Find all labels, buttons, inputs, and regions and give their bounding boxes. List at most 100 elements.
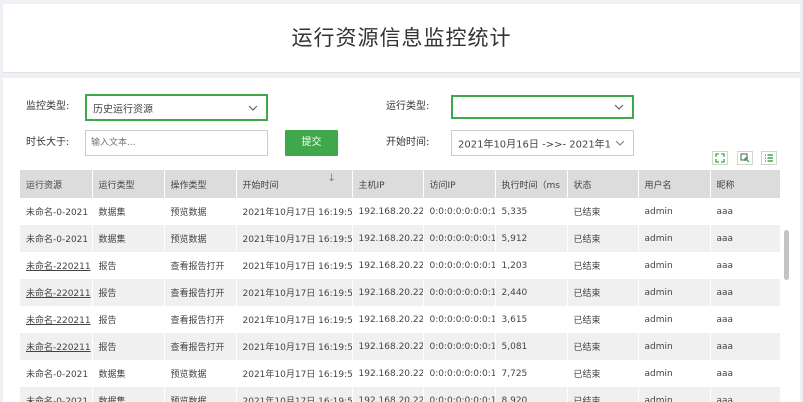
resource-link[interactable]: 未命名-220211	[26, 289, 91, 299]
table-cell: admin	[638, 252, 711, 279]
column-header[interactable]: 主机IP	[352, 170, 424, 198]
table-cell: 已结束	[567, 360, 639, 387]
table-cell: 0:0:0:0:0:0:0:1	[423, 333, 496, 360]
table-cell[interactable]: 未命名-220211	[20, 306, 93, 333]
table-cell: 2021年10月17日 16:19:52	[236, 333, 353, 360]
column-header[interactable]: 访问IP	[423, 170, 496, 198]
table-cell[interactable]: 未命名-220211	[20, 333, 93, 360]
table-cell: 2,440	[495, 279, 568, 306]
table-cell: 查看报告打开	[164, 333, 237, 360]
table-cell: 未命名-0-2021	[20, 225, 93, 252]
table-cell: 8,920	[495, 387, 568, 402]
table-row[interactable]: 未命名-220211 报告 查看报告打开 2021年10月17日 16:19:52 19…	[20, 252, 780, 279]
table-cell: 2021年10月17日 16:19:52	[236, 252, 353, 279]
submit-button[interactable]: 提交	[285, 130, 338, 156]
list-button[interactable]	[761, 151, 777, 165]
table-row[interactable]: 未命名-0-2021 数据集 预览数据 2021年10月17日 16:19:51 192…	[20, 360, 780, 387]
table-cell: 5,912	[495, 225, 568, 252]
table-cell: 报告	[92, 333, 165, 360]
table-cell[interactable]: 未命名-220211	[20, 252, 93, 279]
fullscreen-icon	[715, 153, 725, 163]
table-cell: 192.168.20.225	[352, 306, 424, 333]
table-cell: 已结束	[567, 252, 639, 279]
table-cell: 未命名-0-2021	[20, 387, 93, 402]
table-cell: 未命名-0-2021	[20, 360, 93, 387]
table-cell: admin	[638, 225, 711, 252]
sort-desc-icon[interactable]: ↓	[328, 173, 336, 184]
table-cell: 0:0:0:0:0:0:0:1	[423, 198, 496, 225]
run-type-label: 运行类型:	[386, 101, 430, 112]
table-cell: admin	[638, 306, 711, 333]
table-cell: 5,335	[495, 198, 568, 225]
table-cell: 192.168.20.225	[352, 198, 424, 225]
resource-link[interactable]: 未命名-220211	[26, 262, 91, 272]
column-header[interactable]: 运行类型	[92, 170, 165, 198]
table-cell: 5,081	[495, 333, 568, 360]
table-cell: 预览数据	[164, 360, 237, 387]
column-header[interactable]: 状态	[567, 170, 639, 198]
table-cell[interactable]: 未命名-220211	[20, 279, 93, 306]
page-title: 运行资源信息监控统计	[291, 26, 512, 50]
select-button[interactable]	[737, 151, 753, 165]
table-cell: 报告	[92, 306, 165, 333]
table-cell: 192.168.20.225	[352, 252, 424, 279]
table-cell: 2021年10月17日 16:19:52	[236, 279, 353, 306]
title-panel: 运行资源信息监控统计	[3, 4, 800, 73]
table-cell: 已结束	[567, 279, 639, 306]
data-grid: 运行资源 运行类型 操作类型 开始时间 ↓ 主机IP 访问IP 执行时间（ms 状…	[20, 170, 780, 402]
table-cell: 192.168.20.225	[352, 387, 424, 402]
table-cell: admin	[638, 360, 711, 387]
table-cell: 已结束	[567, 225, 639, 252]
table-cell: 已结束	[567, 387, 639, 402]
table-row[interactable]: 未命名-220211 报告 查看报告打开 2021年10月17日 16:19:52 19…	[20, 306, 780, 333]
table-cell: 0:0:0:0:0:0:0:1	[423, 279, 496, 306]
start-time-select[interactable]: 2021年10月16日 ->>- 2021年10月2...	[451, 130, 634, 156]
table-cell: 0:0:0:0:0:0:0:1	[423, 225, 496, 252]
list-icon	[765, 154, 773, 162]
table-row[interactable]: 未命名-220211 报告 查看报告打开 2021年10月17日 16:19:52 19…	[20, 279, 780, 306]
column-header[interactable]: 操作类型	[164, 170, 237, 198]
duration-input[interactable]	[85, 130, 268, 156]
table-cell: 数据集	[92, 225, 165, 252]
table-cell: aaa	[710, 279, 780, 306]
vertical-scrollbar[interactable]	[783, 170, 789, 402]
table-cell: 2021年10月17日 16:19:50	[236, 387, 353, 402]
table-cell: 192.168.20.225	[352, 360, 424, 387]
table-row[interactable]: 未命名-220211 报告 查看报告打开 2021年10月17日 16:19:52 19…	[20, 333, 780, 360]
table-header-row: 运行资源 运行类型 操作类型 开始时间 ↓ 主机IP 访问IP 执行时间（ms 状…	[20, 170, 780, 198]
table-cell: aaa	[710, 198, 780, 225]
table-cell: aaa	[710, 252, 780, 279]
table-cell: aaa	[710, 333, 780, 360]
table-cell: 预览数据	[164, 198, 237, 225]
table-cell: 3,615	[495, 306, 568, 333]
column-header[interactable]: 执行时间（ms	[495, 170, 568, 198]
scrollbar-thumb[interactable]	[784, 230, 789, 280]
column-header[interactable]: 运行资源	[20, 170, 93, 198]
table-cell: 0:0:0:0:0:0:0:1	[423, 252, 496, 279]
monitor-type-value: 历史运行资源	[93, 104, 153, 115]
table-cell: 已结束	[567, 306, 639, 333]
table-cell: 2021年10月17日 16:19:53	[236, 225, 353, 252]
column-header[interactable]: 用户名	[638, 170, 711, 198]
table-cell: 0:0:0:0:0:0:0:1	[423, 360, 496, 387]
table-cell: 0:0:0:0:0:0:0:1	[423, 306, 496, 333]
table-cell: 2021年10月17日 16:19:53	[236, 198, 353, 225]
column-header-start-time[interactable]: 开始时间 ↓	[236, 170, 353, 198]
table-row[interactable]: 未命名-0-2021 数据集 预览数据 2021年10月17日 16:19:50 192…	[20, 387, 780, 402]
table-cell: 数据集	[92, 198, 165, 225]
table-cell: 7,725	[495, 360, 568, 387]
table-cell: admin	[638, 279, 711, 306]
column-header-label: 开始时间	[242, 180, 279, 191]
table-cell: 1,203	[495, 252, 568, 279]
table-row[interactable]: 未命名-0-2021 数据集 预览数据 2021年10月17日 16:19:53 192…	[20, 198, 780, 225]
fullscreen-button[interactable]	[712, 151, 728, 165]
table-cell: 192.168.20.225	[352, 279, 424, 306]
run-type-select[interactable]	[451, 95, 634, 119]
column-header[interactable]: 昵称	[710, 170, 780, 198]
monitor-type-select[interactable]: 历史运行资源	[85, 94, 268, 121]
table-cell: 192.168.20.225	[352, 333, 424, 360]
table-row[interactable]: 未命名-0-2021 数据集 预览数据 2021年10月17日 16:19:53 192…	[20, 225, 780, 252]
resource-link[interactable]: 未命名-220211	[26, 316, 91, 326]
resource-link[interactable]: 未命名-220211	[26, 343, 91, 353]
start-time-label: 开始时间:	[386, 137, 430, 148]
